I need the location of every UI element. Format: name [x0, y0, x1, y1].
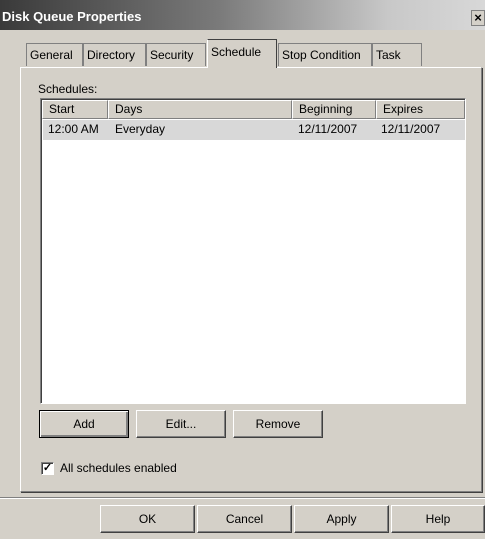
schedules-label: Schedules:	[38, 82, 98, 96]
title-bar[interactable]: Disk Queue Properties ×	[0, 0, 485, 30]
tab-security[interactable]: Security	[146, 43, 206, 66]
button-separator	[0, 497, 485, 499]
cell-expires: 12/11/2007	[381, 122, 441, 136]
help-button[interactable]: Help	[391, 505, 485, 533]
apply-button[interactable]: Apply	[294, 505, 389, 533]
cell-beginning: 12/11/2007	[298, 122, 358, 136]
schedules-list[interactable]: Start Days Beginning Expires 12:00 AM Ev…	[40, 98, 466, 404]
cancel-button[interactable]: Cancel	[197, 505, 292, 533]
column-header-start[interactable]: Start	[42, 100, 108, 119]
window-title: Disk Queue Properties	[2, 9, 142, 24]
cell-start: 12:00 AM	[48, 122, 99, 136]
properties-dialog: Disk Queue Properties × General Director…	[0, 0, 485, 539]
tab-general[interactable]: General	[26, 43, 83, 66]
column-header-expires[interactable]: Expires	[376, 100, 465, 119]
cell-days: Everyday	[115, 122, 166, 136]
edit-button[interactable]: Edit...	[136, 410, 226, 438]
close-icon[interactable]: ×	[471, 10, 485, 26]
add-button[interactable]: Add	[39, 410, 129, 438]
column-header-days[interactable]: Days	[108, 100, 292, 119]
schedule-row[interactable]: 12:00 AM Everyday 12/11/2007 12/11/2007	[43, 120, 465, 140]
all-schedules-enabled-label[interactable]: All schedules enabled	[60, 461, 177, 475]
tab-stop-condition[interactable]: Stop Condition	[278, 43, 372, 66]
remove-button[interactable]: Remove	[233, 410, 323, 438]
column-header-beginning[interactable]: Beginning	[292, 100, 376, 119]
tab-directory[interactable]: Directory	[83, 43, 146, 66]
all-schedules-enabled-checkbox[interactable]: ✓	[41, 462, 54, 475]
tab-task[interactable]: Task	[372, 43, 422, 66]
tab-schedule[interactable]: Schedule	[207, 39, 277, 68]
ok-button[interactable]: OK	[100, 505, 195, 533]
